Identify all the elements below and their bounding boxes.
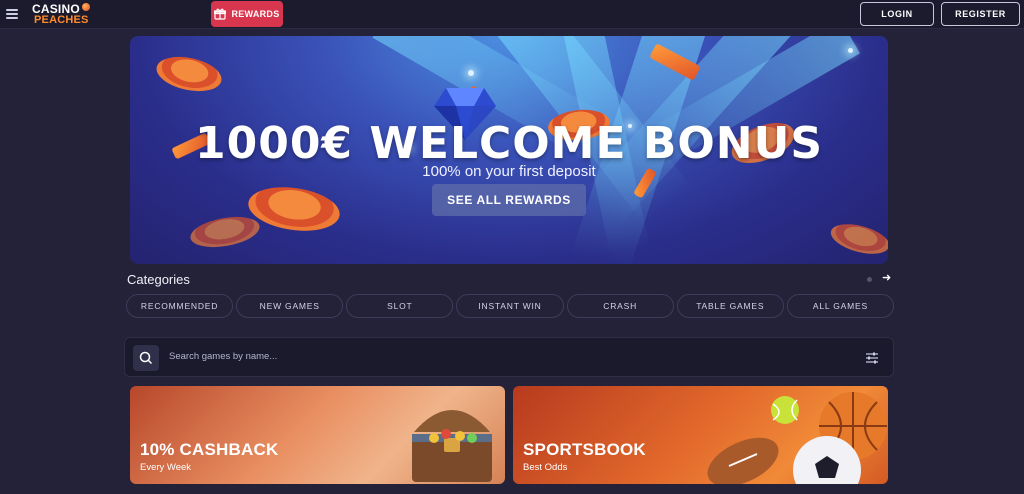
categories-title: Categories bbox=[127, 272, 190, 287]
sliders-icon[interactable] bbox=[865, 351, 879, 365]
promo-title: 10% CASHBACK bbox=[140, 440, 279, 459]
search-icon bbox=[139, 351, 153, 365]
promo-title: SPORTSBOOK bbox=[523, 440, 646, 459]
see-all-rewards-button[interactable]: SEE ALL REWARDS bbox=[432, 184, 586, 216]
coin bbox=[827, 218, 888, 260]
sparkle bbox=[468, 70, 474, 76]
category-new-games[interactable]: NEW GAMES bbox=[236, 294, 344, 318]
top-bar: CASINO PEACHES REWARDS LOGIN REGISTER bbox=[0, 0, 1024, 29]
rewards-button[interactable]: REWARDS bbox=[211, 1, 283, 27]
sparkle bbox=[848, 48, 853, 53]
coin bbox=[153, 51, 225, 97]
treasure-chest-icon bbox=[412, 410, 492, 482]
search-button[interactable] bbox=[133, 345, 159, 371]
hero-banner[interactable]: 1000€ WELCOME BONUS 100% on your first d… bbox=[130, 36, 888, 264]
rewards-label: REWARDS bbox=[231, 9, 280, 19]
category-instant-win[interactable]: INSTANT WIN bbox=[456, 294, 564, 318]
category-crash[interactable]: CRASH bbox=[566, 294, 674, 318]
logo[interactable]: CASINO PEACHES bbox=[32, 2, 92, 28]
peach-icon bbox=[82, 3, 90, 11]
arrow-right-icon[interactable]: ➜ bbox=[882, 271, 891, 284]
coin bbox=[188, 212, 262, 252]
logo-line2: PEACHES bbox=[34, 14, 89, 26]
category-pills: RECOMMENDED NEW GAMES SLOT INSTANT WIN C… bbox=[126, 294, 894, 318]
coin bbox=[245, 181, 343, 237]
hero-title: 1000€ WELCOME BONUS bbox=[194, 118, 824, 169]
promo-card-cashback[interactable]: 10% CASHBACK Every Week bbox=[130, 386, 505, 484]
promo-subtitle: Every Week bbox=[140, 462, 192, 473]
category-table-games[interactable]: TABLE GAMES bbox=[676, 294, 784, 318]
category-recommended[interactable]: RECOMMENDED bbox=[126, 294, 234, 318]
hamburger-icon[interactable] bbox=[6, 9, 18, 19]
search-bar[interactable]: Search games by name... bbox=[124, 337, 894, 377]
category-all-games[interactable]: ALL GAMES bbox=[786, 294, 894, 318]
search-input[interactable]: Search games by name... bbox=[169, 351, 277, 362]
carousel-prev-indicator[interactable] bbox=[867, 277, 872, 282]
sports-balls-icon bbox=[707, 392, 887, 484]
hero-subtitle: 100% on your first deposit bbox=[422, 163, 596, 180]
register-button[interactable]: REGISTER bbox=[941, 2, 1020, 26]
login-button[interactable]: LOGIN bbox=[860, 2, 934, 26]
promo-subtitle: Best Odds bbox=[523, 462, 568, 473]
gift-icon bbox=[214, 8, 227, 20]
promo-card-sportsbook[interactable]: SPORTSBOOK Best Odds bbox=[513, 386, 888, 484]
category-slot[interactable]: SLOT bbox=[346, 294, 454, 318]
